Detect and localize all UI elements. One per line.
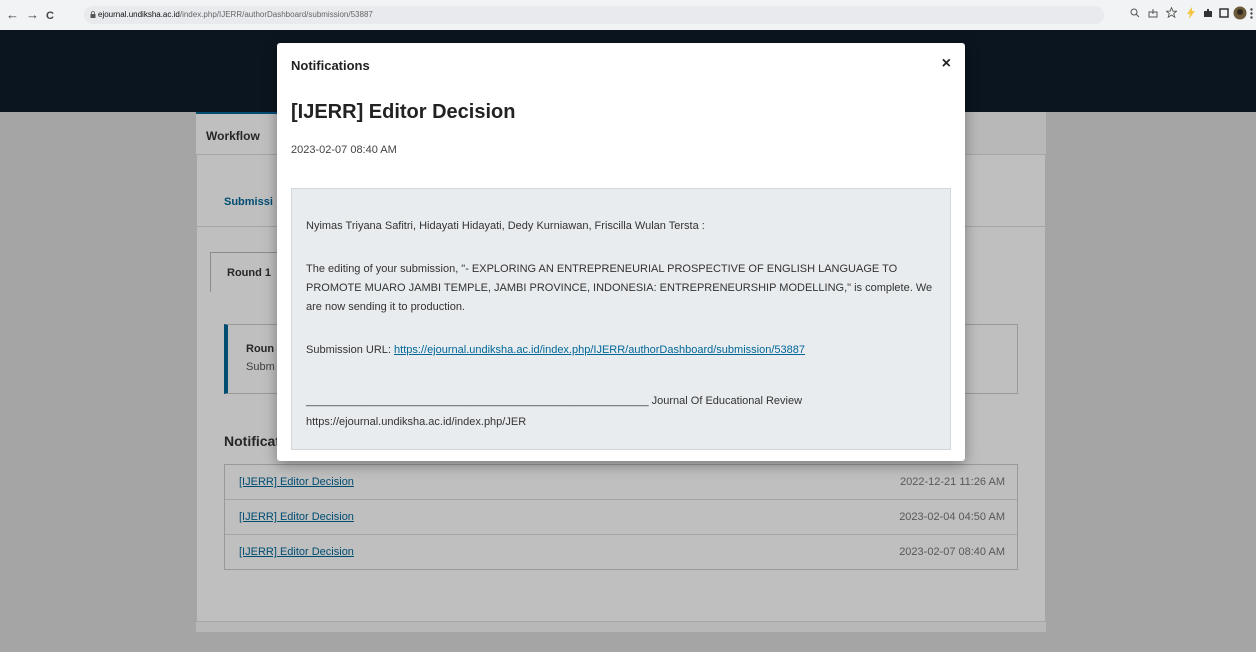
notification-title: [IJERR] Editor Decision: [291, 101, 516, 123]
extensions-puzzle-icon[interactable]: [1203, 8, 1213, 18]
reload-icon[interactable]: C: [46, 8, 54, 24]
share-icon[interactable]: [1148, 8, 1158, 18]
submission-url-line: Submission URL: https://ejournal.undiksh…: [306, 341, 946, 360]
back-icon[interactable]: ←: [6, 7, 19, 23]
modal-title: Notifications: [291, 58, 370, 73]
browser-toolbar: ← → C ejournal.undiksha.ac.id/index.php/…: [0, 0, 1256, 30]
zoom-icon[interactable]: [1130, 8, 1140, 18]
notification-date: 2023-02-07 08:40 AM: [291, 144, 397, 156]
bookmark-star-icon[interactable]: [1166, 7, 1177, 18]
forward-icon[interactable]: →: [26, 7, 39, 23]
side-panel-icon[interactable]: [1219, 8, 1229, 18]
submission-url-label: Submission URL:: [306, 344, 395, 356]
message-recipients: Nyimas Triyana Safitri, Hidayati Hidayat…: [306, 220, 705, 232]
submission-url-link[interactable]: https://ejournal.undiksha.ac.id/index.ph…: [394, 344, 805, 356]
notification-modal: Notifications × [IJERR] Editor Decision …: [277, 43, 965, 461]
lock-icon: [90, 11, 96, 18]
close-button[interactable]: ×: [942, 55, 951, 73]
extension-bolt-icon[interactable]: [1186, 7, 1196, 19]
signature-url: https://ejournal.undiksha.ac.id/index.ph…: [306, 416, 527, 428]
message-text: The editing of your submission, "- EXPLO…: [306, 263, 933, 313]
menu-kebab-icon[interactable]: [1250, 8, 1253, 19]
signature-line: ________________________________________…: [306, 395, 803, 407]
address-bar[interactable]: ejournal.undiksha.ac.id/index.php/IJERR/…: [84, 6, 1104, 24]
profile-avatar-icon[interactable]: [1233, 6, 1247, 20]
address-url: ejournal.undiksha.ac.id/index.php/IJERR/…: [98, 10, 373, 19]
message-body: Nyimas Triyana Safitri, Hidayati Hidayat…: [291, 188, 951, 450]
